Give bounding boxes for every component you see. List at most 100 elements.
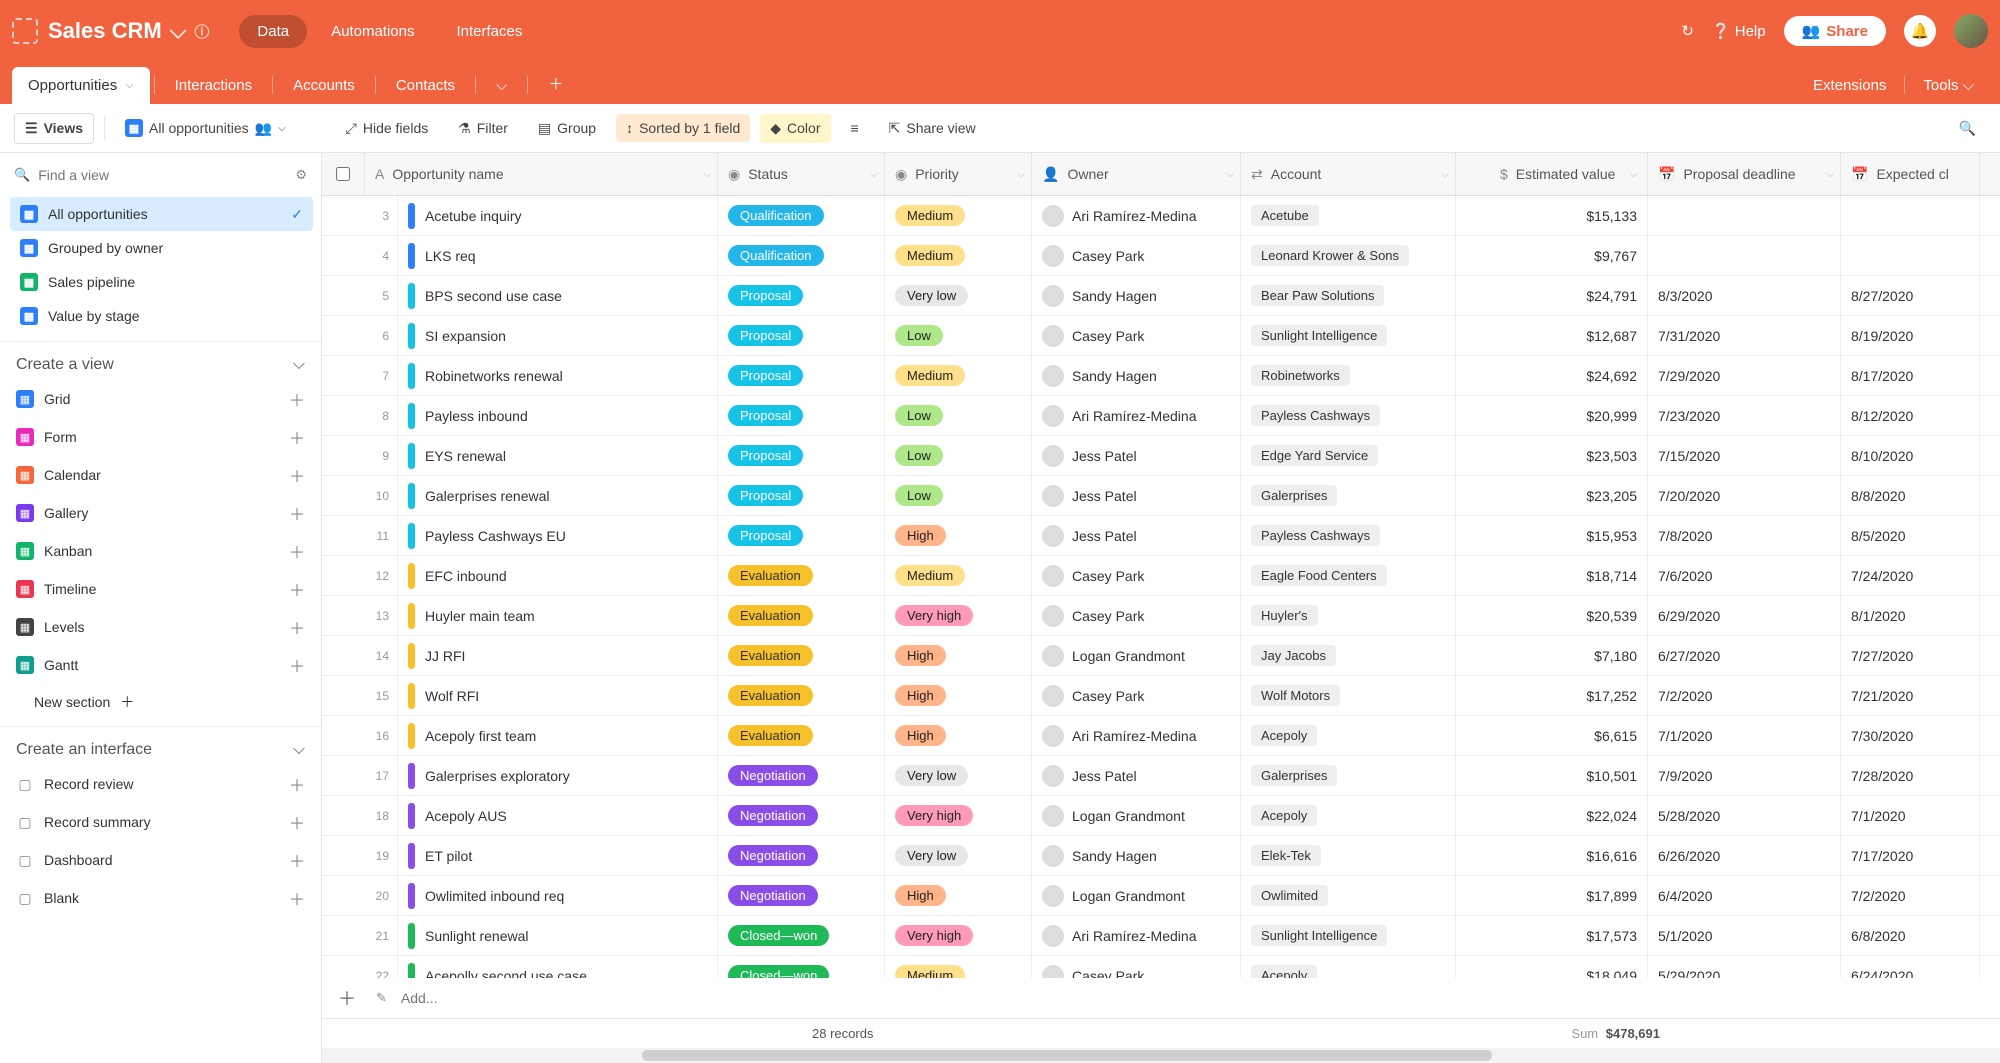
cell-owner[interactable]: Ari Ramírez-Medina (1032, 716, 1241, 755)
cell-priority[interactable]: Low (885, 396, 1032, 435)
cell-value[interactable]: $20,539 (1456, 596, 1648, 635)
cell-account[interactable]: Payless Cashways (1241, 516, 1456, 555)
create-grid-view[interactable]: ▦Grid＋ (0, 380, 321, 418)
cell-priority[interactable]: Very low (885, 836, 1032, 875)
cell-account[interactable]: Eagle Food Centers (1241, 556, 1456, 595)
row-height-button[interactable]: ≡ (841, 114, 869, 142)
create-kanban-view[interactable]: ▦Kanban＋ (0, 532, 321, 570)
chevron-down-icon[interactable]: ⌵ (278, 123, 286, 134)
cell-name[interactable]: EYS renewal (398, 436, 718, 475)
cell-deadline[interactable]: 6/27/2020 (1648, 636, 1841, 675)
cell-priority[interactable]: Very high (885, 916, 1032, 955)
cell-priority[interactable]: Medium (885, 196, 1032, 235)
table-row[interactable]: 13Huyler main teamEvaluationVery highCas… (322, 596, 2000, 636)
cell-value[interactable]: $16,616 (1456, 836, 1648, 875)
cell-name[interactable]: Galerprises exploratory (398, 756, 718, 795)
col-expected-close[interactable]: 📅Expected cl (1841, 153, 1980, 195)
table-row[interactable]: 9EYS renewalProposalLowJess PatelEdge Ya… (322, 436, 2000, 476)
col-owner[interactable]: 👤Owner⌵ (1032, 153, 1241, 195)
cell-priority[interactable]: Medium (885, 956, 1032, 978)
cell-status[interactable]: Evaluation (718, 556, 885, 595)
table-row[interactable]: 6SI expansionProposalLowCasey ParkSunlig… (322, 316, 2000, 356)
notifications-icon[interactable]: 🔔 (1904, 15, 1936, 47)
cell-account[interactable]: Edge Yard Service (1241, 436, 1456, 475)
cell-account[interactable]: Acepoly (1241, 716, 1456, 755)
table-row[interactable]: 3Acetube inquiryQualificationMediumAri R… (322, 196, 2000, 236)
cell-priority[interactable]: Very low (885, 756, 1032, 795)
search-icon[interactable]: 🔍 (1949, 114, 1986, 143)
add-row-input[interactable] (401, 990, 582, 1006)
table-row[interactable]: 21Sunlight renewalClosed—wonVery highAri… (322, 916, 2000, 956)
cell-owner[interactable]: Sandy Hagen (1032, 836, 1241, 875)
cell-priority[interactable]: High (885, 716, 1032, 755)
table-more[interactable]: ⌵ (480, 67, 523, 104)
cell-value[interactable]: $18,714 (1456, 556, 1648, 595)
cell-name[interactable]: Huyler main team (398, 596, 718, 635)
cell-name[interactable]: BPS second use case (398, 276, 718, 315)
cell-deadline[interactable]: 7/31/2020 (1648, 316, 1841, 355)
color-button[interactable]: ◆ Color (760, 114, 830, 143)
info-icon[interactable]: ⓘ (194, 21, 209, 42)
sidebar-view-grouped-by-owner[interactable]: ▦Grouped by owner (10, 231, 313, 265)
cell-status[interactable]: Negotiation (718, 796, 885, 835)
group-button[interactable]: ▤ Group (528, 114, 606, 143)
col-estimated-value[interactable]: $Estimated value⌵ (1456, 153, 1648, 195)
col-account[interactable]: ⇄Account⌵ (1241, 153, 1456, 195)
cell-status[interactable]: Proposal (718, 396, 885, 435)
cell-owner[interactable]: Casey Park (1032, 676, 1241, 715)
cell-account[interactable]: Sunlight Intelligence (1241, 316, 1456, 355)
cell-deadline[interactable]: 7/8/2020 (1648, 516, 1841, 555)
cell-account[interactable]: Wolf Motors (1241, 676, 1456, 715)
cell-account[interactable]: Galerprises (1241, 476, 1456, 515)
cell-deadline[interactable]: 7/29/2020 (1648, 356, 1841, 395)
cell-value[interactable]: $17,252 (1456, 676, 1648, 715)
cell-close[interactable]: 7/30/2020 (1841, 716, 1980, 755)
cell-value[interactable]: $17,573 (1456, 916, 1648, 955)
create-timeline-view[interactable]: ▦Timeline＋ (0, 570, 321, 608)
cell-status[interactable]: Negotiation (718, 836, 885, 875)
cell-value[interactable]: $23,205 (1456, 476, 1648, 515)
base-icon[interactable] (12, 18, 38, 44)
create-gallery-view[interactable]: ▦Gallery＋ (0, 494, 321, 532)
cell-owner[interactable]: Casey Park (1032, 596, 1241, 635)
table-row[interactable]: 17Galerprises exploratoryNegotiationVery… (322, 756, 2000, 796)
cell-name[interactable]: JJ RFI (398, 636, 718, 675)
table-row[interactable]: 5BPS second use caseProposalVery lowSand… (322, 276, 2000, 316)
cell-priority[interactable]: Low (885, 436, 1032, 475)
cell-name[interactable]: Wolf RFI (398, 676, 718, 715)
cell-owner[interactable]: Logan Grandmont (1032, 636, 1241, 675)
base-name[interactable]: Sales CRM ⌵ ⓘ (48, 18, 209, 44)
cell-owner[interactable]: Sandy Hagen (1032, 356, 1241, 395)
create-interface-record-summary[interactable]: ▢Record summary＋ (0, 803, 321, 841)
share-button[interactable]: 👥 Share (1784, 16, 1886, 46)
cell-value[interactable]: $15,133 (1456, 196, 1648, 235)
cell-value[interactable]: $15,953 (1456, 516, 1648, 555)
cell-priority[interactable]: High (885, 516, 1032, 555)
tab-data[interactable]: Data (239, 15, 307, 48)
cell-value[interactable]: $24,791 (1456, 276, 1648, 315)
cell-priority[interactable]: Very high (885, 596, 1032, 635)
cell-owner[interactable]: Logan Grandmont (1032, 876, 1241, 915)
cell-name[interactable]: Payless inbound (398, 396, 718, 435)
views-toggle[interactable]: ☰ Views (14, 113, 94, 144)
cell-status[interactable]: Closed—won (718, 956, 885, 978)
gear-icon[interactable]: ⚙ (295, 167, 307, 183)
table-row[interactable]: 8Payless inboundProposalLowAri Ramírez-M… (322, 396, 2000, 436)
cell-account[interactable]: Acetube (1241, 196, 1456, 235)
cell-status[interactable]: Negotiation (718, 756, 885, 795)
cell-close[interactable]: 7/17/2020 (1841, 836, 1980, 875)
cell-name[interactable]: EFC inbound (398, 556, 718, 595)
chevron-down-icon[interactable]: ⌵ (703, 169, 711, 180)
add-table-button[interactable]: ＋ (532, 63, 579, 104)
cell-owner[interactable]: Jess Patel (1032, 436, 1241, 475)
cell-deadline[interactable] (1648, 196, 1841, 235)
cell-deadline[interactable]: 7/1/2020 (1648, 716, 1841, 755)
table-row[interactable]: 15Wolf RFIEvaluationHighCasey ParkWolf M… (322, 676, 2000, 716)
table-tab-opportunities[interactable]: Opportunities ⌵ (12, 67, 150, 104)
cell-status[interactable]: Proposal (718, 276, 885, 315)
sidebar-view-sales-pipeline[interactable]: ▦Sales pipeline (10, 265, 313, 299)
cell-name[interactable]: Acepoly AUS (398, 796, 718, 835)
cell-deadline[interactable]: 6/26/2020 (1648, 836, 1841, 875)
cell-value[interactable]: $20,999 (1456, 396, 1648, 435)
create-interface-header[interactable]: Create an interface⌵ (0, 727, 321, 765)
